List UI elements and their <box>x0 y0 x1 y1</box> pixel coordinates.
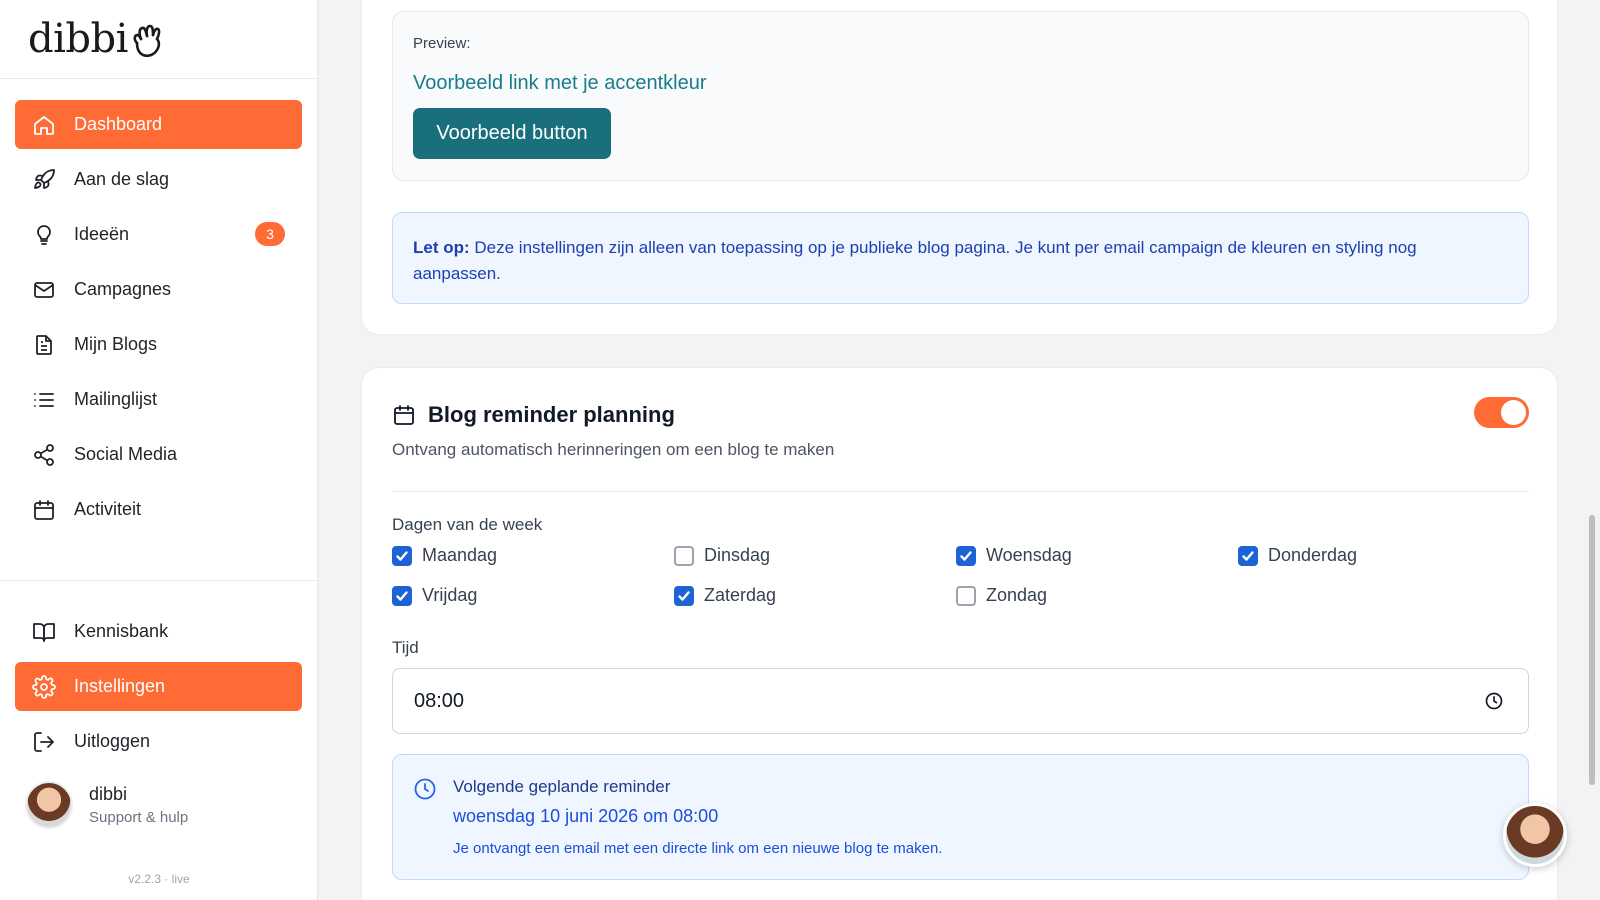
user-profile[interactable]: dibbi Support & hulp <box>25 781 188 829</box>
sidebar-divider <box>0 580 317 581</box>
checkbox-checked[interactable] <box>392 585 412 606</box>
document-icon <box>31 332 57 358</box>
styling-card: Preview: Voorbeeld link met je accentkle… <box>361 0 1558 335</box>
checkbox-checked[interactable] <box>956 545 976 566</box>
sidebar-item-social-media[interactable]: Social Media <box>15 430 302 479</box>
days-label: Dagen van de week <box>392 515 543 534</box>
sidebar-item-label: Dashboard <box>74 114 163 134</box>
share-icon <box>31 442 57 468</box>
day-label: Zaterdag <box>704 585 777 605</box>
day-label: Zondag <box>986 585 1048 605</box>
hand-icon <box>133 24 161 58</box>
logo-text: dibbi <box>28 16 128 62</box>
time-input[interactable]: 08:00 <box>392 668 1529 734</box>
checkbox-checked[interactable] <box>392 545 412 566</box>
sidebar-item-label: Activiteit <box>74 499 142 519</box>
version-label: v2.2.3 · live <box>128 872 190 886</box>
preview-button[interactable]: Voorbeeld button <box>413 108 611 159</box>
preview-box: Preview: Voorbeeld link met je accentkle… <box>392 11 1529 181</box>
calendar-icon <box>31 497 57 523</box>
day-label: Maandag <box>422 545 498 565</box>
sidebar-item-campagnes[interactable]: Campagnes <box>15 265 302 314</box>
sidebar-item-label: Social Media <box>74 444 178 464</box>
reminder-card: Blog reminder planning Ontvang automatis… <box>361 367 1558 900</box>
sidebar-item-label: Instellingen <box>74 676 166 696</box>
day-label: Donderdag <box>1268 545 1358 565</box>
section-subtitle: Ontvang automatisch herinneringen om een… <box>392 440 835 459</box>
sidebar-item-activiteit[interactable]: Activiteit <box>15 485 302 534</box>
user-name: dibbi <box>89 784 128 804</box>
next-reminder-description: Je ontvangt een email met een directe li… <box>453 840 943 857</box>
checkbox-checked[interactable] <box>674 585 694 606</box>
next-reminder-date: woensdag 10 juni 2026 om 08:00 <box>453 806 719 826</box>
divider <box>392 491 1529 492</box>
list-icon <box>31 387 57 413</box>
sidebar-item-label: Kennisbank <box>74 621 169 641</box>
sidebar-item-mailinglijst[interactable]: Mailinglijst <box>15 375 302 424</box>
sidebar-item-mijn-blogs[interactable]: Mijn Blogs <box>15 320 302 369</box>
time-value: 08:00 <box>414 690 465 712</box>
day-checkbox-zaterdag[interactable]: Zaterdag <box>674 585 776 606</box>
home-icon <box>31 112 57 138</box>
user-subtitle: Support & hulp <box>89 809 189 826</box>
notification-badge: 3 <box>255 222 285 246</box>
clock-icon <box>414 778 436 800</box>
section-title: Blog reminder planning <box>428 402 675 427</box>
day-label: Woensdag <box>986 545 1072 565</box>
next-reminder-title: Volgende geplande reminder <box>453 777 671 796</box>
logout-icon <box>31 729 57 755</box>
sidebar-item-instellingen[interactable]: Instellingen <box>15 662 302 711</box>
sidebar-item-label: Ideeën <box>74 224 130 244</box>
sidebar-item-label: Campagnes <box>74 279 172 299</box>
time-label: Tijd <box>392 638 419 657</box>
preview-link[interactable]: Voorbeeld link met je accentkleur <box>413 72 707 95</box>
sidebar-item-aan-de-slag[interactable]: Aan de slag <box>15 155 302 204</box>
calendar-icon <box>394 405 414 425</box>
day-checkbox-vrijdag[interactable]: Vrijdag <box>392 585 477 606</box>
day-checkbox-maandag[interactable]: Maandag <box>392 545 497 566</box>
book-icon <box>31 619 57 645</box>
day-checkbox-donderdag[interactable]: Donderdag <box>1238 545 1357 566</box>
sidebar-item-label: Mijn Blogs <box>74 334 158 354</box>
sidebar-item-dashboard[interactable]: Dashboard <box>15 100 302 149</box>
avatar <box>25 781 73 829</box>
lightbulb-icon <box>31 222 57 248</box>
note-text: Deze instellingen zijn alleen van toepas… <box>413 238 1417 283</box>
sidebar-item-kennisbank[interactable]: Kennisbank <box>15 607 302 656</box>
day-checkbox-woensdag[interactable]: Woensdag <box>956 545 1072 566</box>
main-nav: Dashboard Aan de slag Ideeën 3 Campagnes <box>0 79 317 766</box>
next-reminder-box: Volgende geplande reminder woensdag 10 j… <box>392 754 1529 880</box>
day-checkbox-zondag[interactable]: Zondag <box>956 585 1047 606</box>
section-header: Blog reminder planning <box>392 402 675 428</box>
mail-icon <box>31 277 57 303</box>
checkbox-unchecked[interactable] <box>674 545 694 566</box>
toggle-knob <box>1501 400 1526 425</box>
day-checkbox-dinsdag[interactable]: Dinsdag <box>674 545 770 566</box>
sidebar: dibbi Dashboard Aan de slag Ideeën 3 Cam… <box>0 0 318 900</box>
note-prefix: Let op: <box>413 238 470 257</box>
day-label: Vrijdag <box>422 585 478 605</box>
reminder-toggle[interactable] <box>1474 397 1529 428</box>
scrollbar[interactable] <box>1589 515 1595 785</box>
sidebar-item-label: Aan de slag <box>74 169 170 189</box>
sidebar-item-label: Uitloggen <box>74 731 151 751</box>
checkbox-unchecked[interactable] <box>956 585 976 606</box>
preview-label: Preview: <box>413 35 471 52</box>
info-note: Let op: Deze instellingen zijn alleen va… <box>392 212 1529 304</box>
support-chat-avatar[interactable] <box>1503 803 1567 867</box>
day-label: Dinsdag <box>704 545 771 565</box>
clock-icon[interactable] <box>1484 691 1504 711</box>
rocket-icon <box>31 167 57 193</box>
sidebar-item-label: Mailinglijst <box>74 389 158 409</box>
checkbox-checked[interactable] <box>1238 545 1258 566</box>
sidebar-item-ideeen[interactable]: Ideeën 3 <box>15 210 302 259</box>
gear-icon <box>31 674 57 700</box>
sidebar-item-uitloggen[interactable]: Uitloggen <box>15 717 302 766</box>
logo[interactable]: dibbi <box>0 0 317 79</box>
